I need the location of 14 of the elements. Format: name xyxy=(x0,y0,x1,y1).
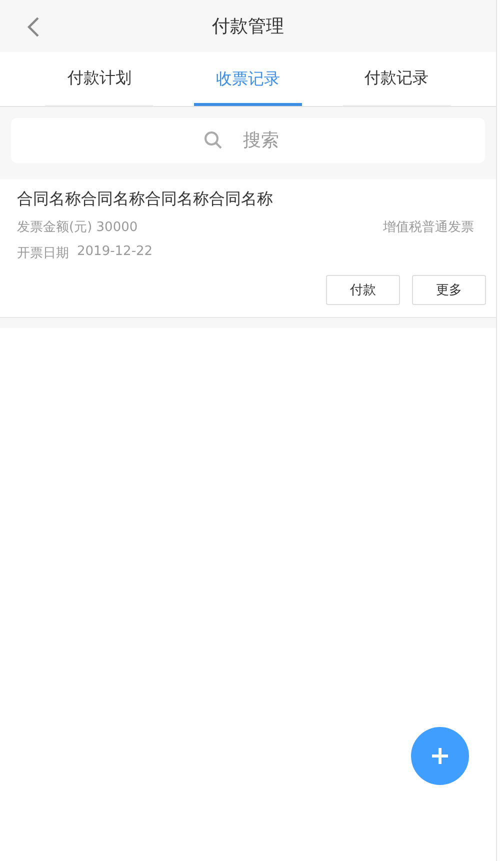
action-button[interactable]: 付款 xyxy=(326,275,400,305)
invoice-date: 2019-12-22 xyxy=(77,244,153,261)
search-field[interactable]: 搜索 xyxy=(11,118,485,163)
contract-name: 合同名称合同名称合同名称合同名称 xyxy=(17,189,274,210)
search-icon xyxy=(204,131,222,149)
back-icon[interactable] xyxy=(26,16,40,38)
tab[interactable]: 付款记录 xyxy=(342,52,451,106)
plus-icon xyxy=(431,747,449,765)
invoice-type: 增值税普通发票 xyxy=(383,218,474,236)
page-title: 付款管理 xyxy=(212,15,284,38)
invoice-amount: 发票金额(元) 30000 xyxy=(17,219,138,236)
date-label: 开票日期 xyxy=(17,245,69,262)
action-button[interactable]: 更多 xyxy=(412,275,486,305)
tab[interactable]: 付款计划 xyxy=(45,52,154,106)
